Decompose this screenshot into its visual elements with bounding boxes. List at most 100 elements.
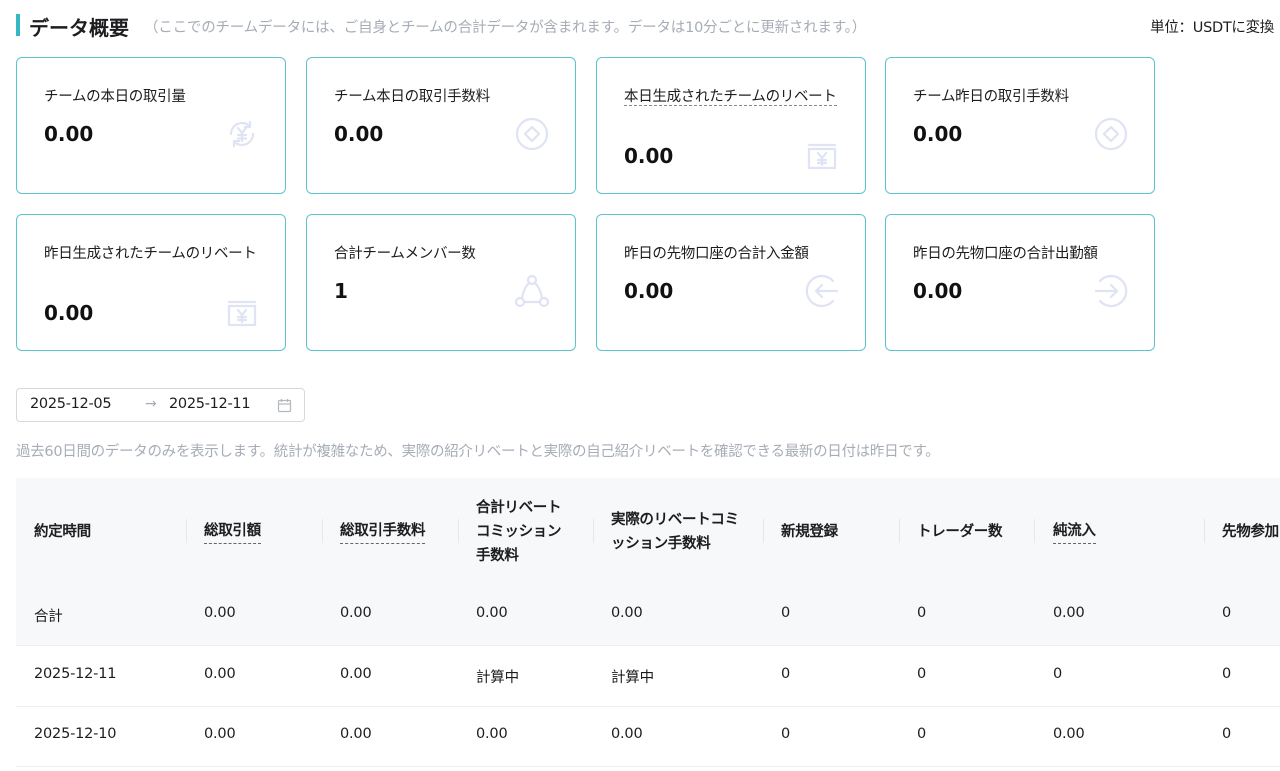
column-divider [1204,519,1205,543]
table-cell: 0 [781,605,791,621]
column-divider [322,519,323,543]
stat-card-total-members: 合計チームメンバー数 1 [306,214,576,351]
table-cell: 0.00 [204,605,236,621]
table-cell: 計算中 [476,670,519,686]
stat-card-team-rebate-yesterday: 昨日生成されたチームのリベート 0.00 [16,214,286,351]
table-cell: 0.00 [611,726,643,742]
table-cell: 0 [781,666,791,682]
diamond-coin-icon [1092,115,1130,153]
header-note: （ここでのチームデータには、ご自身とチームの合計データが含まれます。データは10… [144,20,867,36]
column-header-trade-time[interactable]: 約定時間 [34,478,184,585]
column-header-label: 合計リベートコミッション手数料 [476,499,562,564]
team-data-table: 約定時間 総取引額 総取引手数料 合計リベートコミッション手数料 実際のリベート… [16,478,1280,771]
column-header-label: 新規登録 [781,523,838,540]
date-range-arrow: → [145,396,157,412]
table-cell: 0 [1222,666,1232,682]
card-label: 昨日の先物口座の合計入金額 [624,246,809,262]
stat-card-team-fee-today: チーム本日の取引手数料 0.00 [306,57,576,194]
table-cell: 0 [917,666,927,682]
table-cell: 計算中 [611,670,654,686]
card-value: 0.00 [334,122,384,146]
column-divider [458,519,459,543]
column-divider [593,519,594,543]
card-value: 0.00 [624,144,674,168]
arrow-out-icon [1092,272,1130,310]
column-header-total-fee[interactable]: 総取引手数料 [340,478,465,585]
table-cell: 0.00 [476,726,508,742]
table-cell: 0 [1053,666,1063,682]
column-header-total-volume[interactable]: 総取引額 [204,478,329,585]
unit-label: 単位：USDTに変換 [1150,20,1274,36]
card-value: 0.00 [44,301,94,325]
table-cell: 0.00 [1053,726,1085,742]
table-cell: 0.00 [340,666,372,682]
card-label: 合計チームメンバー数 [334,246,476,262]
card-label: チームの本日の取引量 [44,89,186,105]
stat-card-futures-deposit-yesterday: 昨日の先物口座の合計入金額 0.00 [596,214,866,351]
column-divider [763,519,764,543]
arrow-in-icon [803,272,841,310]
card-value: 0.00 [624,279,674,303]
card-label: 本日生成されたチームのリベート [624,86,839,108]
card-label-text: 本日生成されたチームのリベート [624,89,837,106]
table-cell: 0 [1222,605,1232,621]
card-label: 昨日の先物口座の合計出勤額 [913,246,1098,262]
stat-card-futures-withdraw-yesterday: 昨日の先物口座の合計出勤額 0.00 [885,214,1155,351]
stat-card-team-fee-yesterday: チーム昨日の取引手数料 0.00 [885,57,1155,194]
table-cell: 2025-12-11 [34,666,117,682]
column-header-actual-rebate-commission[interactable]: 実際のリベートコミッション手数料 [611,478,741,585]
yen-box-icon [223,293,261,331]
column-header-new-registrations[interactable]: 新規登録 [781,478,901,585]
date-range-picker[interactable]: 2025-12-05 → 2025-12-11 [16,388,305,422]
card-value: 0.00 [913,122,963,146]
table-cell: 0 [917,726,927,742]
column-header-net-inflow[interactable]: 純流入 [1053,478,1203,585]
column-header-label: 総取引額 [204,519,261,544]
column-header-label: トレーダー数 [917,523,1003,540]
table-cell: 0.00 [204,726,236,742]
table-row: 2025-12-11 0.00 0.00 計算中 計算中 0 0 0 0 [16,646,1280,707]
table-cell: 0 [781,726,791,742]
column-divider [899,519,900,543]
table-cell: 0.00 [204,666,236,682]
table-cell: 合計 [34,609,63,625]
date-start-input[interactable]: 2025-12-05 [30,396,112,412]
column-header-label: 実際のリベートコミッション手数料 [611,511,739,552]
section-header: データ概要 （ここでのチームデータには、ご自身とチームの合計データが含まれます。… [16,10,1280,40]
table-cell: 0.00 [340,726,372,742]
calendar-icon[interactable] [277,398,292,413]
diamond-coin-icon [513,115,551,153]
table-cell: 0.00 [611,605,643,621]
column-header-label: 先物参加 [1222,523,1279,540]
date-end-input[interactable]: 2025-12-11 [169,396,251,412]
yen-exchange-icon [223,115,261,153]
card-value: 0.00 [913,279,963,303]
column-header-total-rebate-commission[interactable]: 合計リベートコミッション手数料 [476,478,574,585]
team-nodes-icon [513,272,551,310]
card-label: チーム本日の取引手数料 [334,89,490,105]
table-cell: 0.00 [1053,605,1085,621]
table-cell: 0 [1222,726,1232,742]
column-header-futures-participation[interactable]: 先物参加 [1222,478,1280,585]
stat-card-team-rebate-today: 本日生成されたチームのリベート 0.00 [596,57,866,194]
column-divider [1034,519,1035,543]
yen-box-icon [803,136,841,174]
card-label: 昨日生成されたチームのリベート [44,246,257,262]
header-accent-bar [16,14,20,36]
column-header-label: 総取引手数料 [340,519,426,544]
table-cell: 0.00 [476,605,508,621]
column-divider [186,519,187,543]
stat-card-team-volume-today: チームの本日の取引量 0.00 [16,57,286,194]
table-header: 約定時間 総取引額 総取引手数料 合計リベートコミッション手数料 実際のリベート… [16,478,1280,585]
table-cell: 0 [917,605,927,621]
card-label: チーム昨日の取引手数料 [913,89,1069,105]
table-cell: 0.00 [340,605,372,621]
column-header-traders[interactable]: トレーダー数 [917,478,1037,585]
column-header-label: 約定時間 [34,523,91,540]
card-value: 0.00 [44,122,94,146]
data-notice: 過去60日間のデータのみを表示します。統計が複雑なため、実際の紹介リベートと実際… [16,444,940,460]
column-header-label: 純流入 [1053,519,1096,544]
card-value: 1 [334,279,348,303]
table-cell: 2025-12-10 [34,726,117,742]
table-row: 2025-12-10 0.00 0.00 0.00 0.00 0 0 0.00 … [16,706,1280,767]
